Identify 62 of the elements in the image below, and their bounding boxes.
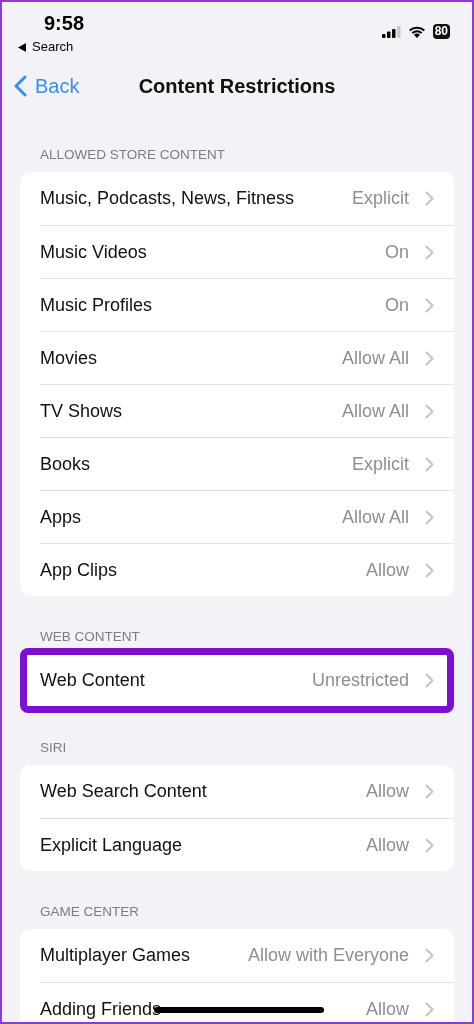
chevron-right-icon xyxy=(425,509,434,525)
wifi-icon xyxy=(407,25,426,38)
chevron-left-icon xyxy=(14,75,27,97)
row-value: On xyxy=(385,294,409,316)
section-header: ALLOWED STORE CONTENT xyxy=(39,146,227,164)
settings-row[interactable]: Multiplayer Games Allow with Everyone xyxy=(40,929,454,982)
settings-row[interactable]: Music, Podcasts, News, Fitness Explicit xyxy=(40,172,454,225)
section-header: WEB CONTENT xyxy=(39,628,141,646)
row-label: Music Profiles xyxy=(40,294,153,316)
page-title: Content Restrictions xyxy=(138,74,336,98)
section-header: GAME CENTER xyxy=(39,903,140,921)
status-time: 9:58 xyxy=(44,11,85,35)
row-label: Apps xyxy=(40,506,82,528)
chevron-right-icon xyxy=(425,1001,434,1017)
row-value: Allow xyxy=(366,559,409,581)
row-value: Allow All xyxy=(341,400,409,422)
row-value: On xyxy=(385,241,409,263)
row-label: Web Search Content xyxy=(40,781,207,802)
settings-row[interactable]: Music Profiles On xyxy=(40,278,454,331)
row-value: Allow with Everyone xyxy=(247,945,409,966)
chevron-right-icon xyxy=(425,191,434,206)
row-value: Explicit xyxy=(352,188,409,209)
row-label: Music Videos xyxy=(40,241,147,263)
row-value: Allow All xyxy=(341,347,409,369)
settings-row[interactable]: Movies Allow All xyxy=(40,331,454,384)
back-to-app-link[interactable]: Search xyxy=(18,39,85,55)
row-label: Web Content xyxy=(40,670,145,691)
chevron-right-icon xyxy=(425,297,434,313)
row-label: Multiplayer Games xyxy=(40,945,191,966)
settings-row[interactable]: Music Videos On xyxy=(40,225,454,278)
row-label: Movies xyxy=(40,347,97,369)
battery-level: 80 xyxy=(434,24,448,39)
chevron-right-icon xyxy=(425,948,434,963)
row-label: Books xyxy=(40,453,91,475)
row-label: App Clips xyxy=(40,559,118,581)
chevron-right-icon xyxy=(425,244,434,260)
settings-row[interactable]: TV Shows Allow All xyxy=(40,384,454,437)
row-value: Explicit xyxy=(352,453,409,475)
settings-row[interactable]: Web Content Unrestricted xyxy=(40,654,448,707)
row-value: Allow xyxy=(366,834,409,856)
settings-row[interactable]: Web Search Content Allow xyxy=(40,765,454,818)
chevron-right-icon xyxy=(425,350,434,366)
chevron-right-icon xyxy=(425,562,434,578)
row-label: Music, Podcasts, News, Fitness xyxy=(40,188,295,209)
row-label: Explicit Language xyxy=(40,834,183,856)
chevron-right-icon xyxy=(425,837,434,853)
signal-icon xyxy=(381,25,401,38)
settings-row[interactable]: App Clips Allow xyxy=(40,543,454,596)
row-value: Allow xyxy=(366,781,409,802)
settings-row[interactable]: Explicit Language Allow xyxy=(40,818,454,871)
section-header: SIRI xyxy=(39,739,68,757)
chevron-right-icon xyxy=(425,673,434,688)
row-value: Allow All xyxy=(341,506,409,528)
row-value: Allow xyxy=(366,998,409,1020)
chevron-right-icon xyxy=(425,403,434,419)
row-value: Unrestricted xyxy=(311,670,409,691)
triangle-icon xyxy=(18,42,26,52)
settings-row[interactable]: Books Explicit xyxy=(40,437,454,490)
settings-row[interactable]: Apps Allow All xyxy=(40,490,454,543)
chevron-right-icon xyxy=(425,784,434,799)
row-label: TV Shows xyxy=(40,400,123,422)
chevron-right-icon xyxy=(425,456,434,472)
